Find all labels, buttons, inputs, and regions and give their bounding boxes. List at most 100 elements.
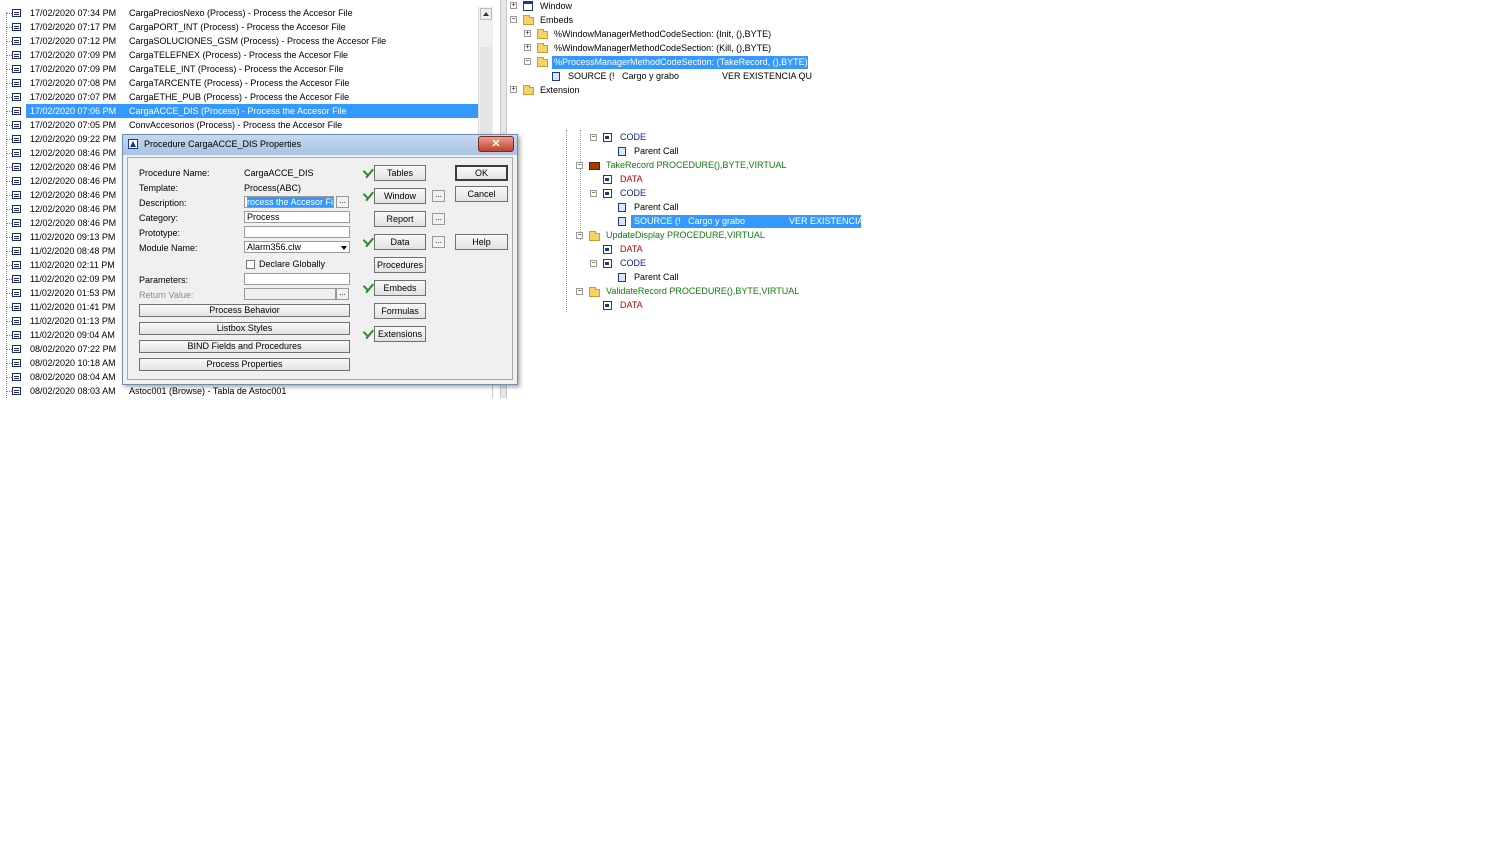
list-item-date: 08/02/2020 08:03 AM [30, 386, 116, 396]
dialog-titlebar[interactable]: Procedure CargaACCE_DIS Properties ✕ [123, 135, 517, 155]
procedures-button[interactable]: Procedures [374, 257, 426, 273]
list-item-date: 17/02/2020 07:05 PM [30, 120, 117, 130]
tables-button[interactable]: Tables [374, 165, 426, 181]
data-button[interactable]: Data [374, 234, 426, 250]
procedure-icon [12, 135, 21, 143]
clarion-app-icon [128, 139, 138, 149]
window-icon [523, 1, 533, 11]
tree-node-data[interactable]: DATA [620, 173, 643, 186]
extensions-button[interactable]: Extensions [374, 326, 426, 342]
window-button[interactable]: Window [374, 188, 426, 204]
list-item[interactable]: 17/02/2020 07:09 PM CargaTELE_INT (Proces… [0, 62, 478, 76]
list-item[interactable]: 17/02/2020 07:08 PM CargaTARCENTE (Proces… [0, 76, 478, 90]
expand-plus-icon[interactable]: + [524, 30, 531, 37]
tree-node-parent-call[interactable]: Parent Call [634, 145, 679, 158]
tree-node-data[interactable]: DATA [620, 299, 643, 312]
list-item[interactable]: 08/02/2020 08:03 AM Astoc001 (Browse) - T… [0, 384, 478, 398]
help-button[interactable]: Help [455, 234, 508, 250]
category-label: Category: [139, 213, 179, 223]
tree-node-validaterecord[interactable]: ValidateRecord PROCEDURE(),BYTE,VIRTUAL [606, 285, 799, 298]
expand-plus-icon[interactable]: + [524, 44, 531, 51]
checkmark-icon [361, 167, 373, 177]
procedure-name-label: Procedure Name: [139, 168, 210, 178]
tree-node-window[interactable]: Window [540, 0, 572, 13]
tree-node-extension[interactable]: Extension [540, 84, 580, 97]
list-item-description: CargaACCE_DIS (Process) - Process the Ac… [129, 106, 347, 116]
checkmark-icon [361, 190, 373, 200]
collapse-minus-icon[interactable]: − [590, 190, 597, 197]
procedure-icon [12, 345, 21, 353]
list-item-description: CargaSOLUCIONES_GSM (Process) - Process … [129, 36, 387, 46]
list-item-date: 11/02/2020 02:09 PM [30, 274, 116, 284]
tree-node-init[interactable]: %WindowManagerMethodCodeSection: (Init, … [554, 28, 771, 41]
prototype-field[interactable] [244, 226, 350, 238]
source-icon [618, 203, 626, 212]
collapse-minus-icon[interactable]: − [576, 162, 583, 169]
report-ellipsis-button[interactable]: ... [432, 213, 445, 225]
tree-node-code[interactable]: CODE [620, 257, 646, 270]
process-properties-button[interactable]: Process Properties [139, 358, 350, 371]
collapse-minus-icon[interactable]: − [524, 58, 531, 65]
list-item[interactable]: 17/02/2020 07:05 PM ConvAccesorios (Proce… [0, 118, 478, 132]
list-item[interactable]: 17/02/2020 07:34 PM CargaPreciosNexo (Pro… [0, 6, 478, 20]
folder-icon [589, 287, 600, 297]
tree-node-kill[interactable]: %WindowManagerMethodCodeSection: (Kill, … [554, 42, 771, 55]
tree-node-updatedisplay[interactable]: UpdateDisplay PROCEDURE,VIRTUAL [606, 229, 765, 242]
description-value: rocess the Accesor File [247, 197, 333, 207]
module-name-select[interactable]: Alarm356.clw [244, 241, 350, 253]
declare-globally-checkbox[interactable] [246, 260, 255, 269]
list-item-description: CargaETHE_PUB (Process) - Process the Ac… [129, 92, 350, 102]
scroll-thumb[interactable] [480, 47, 492, 137]
description-ellipsis-button[interactable]: ... [336, 196, 349, 208]
tree-node-data[interactable]: DATA [620, 243, 643, 256]
list-item-date: 11/02/2020 01:41 PM [30, 302, 116, 312]
tree-node-code[interactable]: CODE [620, 131, 646, 144]
parameters-field[interactable] [244, 273, 350, 285]
list-item[interactable]: 17/02/2020 07:09 PM CargaTELEFNEX (Proces… [0, 48, 478, 62]
description-field[interactable]: rocess the Accesor File [244, 196, 334, 208]
tree-node-source[interactable]: SOURCE (! Cargo y grabo VER EXISTENCIA Q… [568, 70, 812, 83]
folder-icon [523, 15, 534, 25]
category-field[interactable]: Process [244, 211, 350, 223]
folder-icon [589, 231, 600, 241]
collapse-minus-icon[interactable]: − [576, 288, 583, 295]
window-ellipsis-button[interactable]: ... [432, 190, 445, 202]
tree-node-takerecord[interactable]: TakeRecord PROCEDURE(),BYTE,VIRTUAL [606, 159, 786, 172]
tree-node-parent-call[interactable]: Parent Call [634, 201, 679, 214]
procedure-icon [12, 163, 21, 171]
procedure-icon [12, 317, 21, 325]
collapse-minus-icon[interactable]: − [576, 232, 583, 239]
listbox-styles-button[interactable]: Listbox Styles [139, 322, 350, 335]
expand-plus-icon[interactable]: + [510, 2, 517, 9]
expand-plus-icon[interactable]: + [510, 86, 517, 93]
scroll-up-arrow-icon[interactable] [480, 8, 492, 20]
list-item[interactable]: 17/02/2020 07:07 PM CargaETHE_PUB (Proces… [0, 90, 478, 104]
tree-node-takerecord-selected[interactable]: %ProcessManagerMethodCodeSection: (TakeR… [552, 56, 808, 69]
list-item[interactable]: 17/02/2020 07:06 PM CargaACCE_DIS (Proces… [0, 104, 478, 118]
bind-fields-button[interactable]: BIND Fields and Procedures [139, 340, 350, 353]
list-item[interactable]: 17/02/2020 07:12 PM CargaSOLUCIONES_GSM (… [0, 34, 478, 48]
checkmark-icon [361, 328, 373, 338]
tree-node-embeds[interactable]: Embeds [540, 14, 573, 27]
ok-button[interactable]: OK [455, 165, 508, 181]
process-behavior-button[interactable]: Process Behavior [139, 304, 350, 317]
report-button[interactable]: Report [374, 211, 426, 227]
close-button[interactable]: ✕ [478, 136, 514, 152]
embeds-button[interactable]: Embeds [374, 280, 426, 296]
list-item[interactable]: 17/02/2020 07:17 PM CargaPORT_INT (Proces… [0, 20, 478, 34]
procedure-icon [12, 51, 21, 59]
tree-node-code[interactable]: CODE [620, 187, 646, 200]
tree-node-source-selected[interactable]: SOURCE (! Cargo y grabo VER EXISTENCIA [631, 215, 864, 228]
vertical-scrollbar[interactable] [478, 7, 493, 137]
collapse-minus-icon[interactable]: − [590, 134, 597, 141]
list-item-date: 11/02/2020 08:48 PM [30, 246, 116, 256]
tree-line [580, 130, 581, 240]
collapse-minus-icon[interactable]: − [590, 260, 597, 267]
chevron-down-icon[interactable] [339, 242, 349, 252]
data-ellipsis-button[interactable]: ... [432, 236, 445, 248]
collapse-minus-icon[interactable]: − [510, 16, 517, 23]
cancel-button[interactable]: Cancel [455, 186, 508, 202]
tree-node-parent-call[interactable]: Parent Call [634, 271, 679, 284]
list-item-date: 11/02/2020 01:53 PM [30, 288, 116, 298]
formulas-button[interactable]: Formulas [374, 303, 426, 319]
